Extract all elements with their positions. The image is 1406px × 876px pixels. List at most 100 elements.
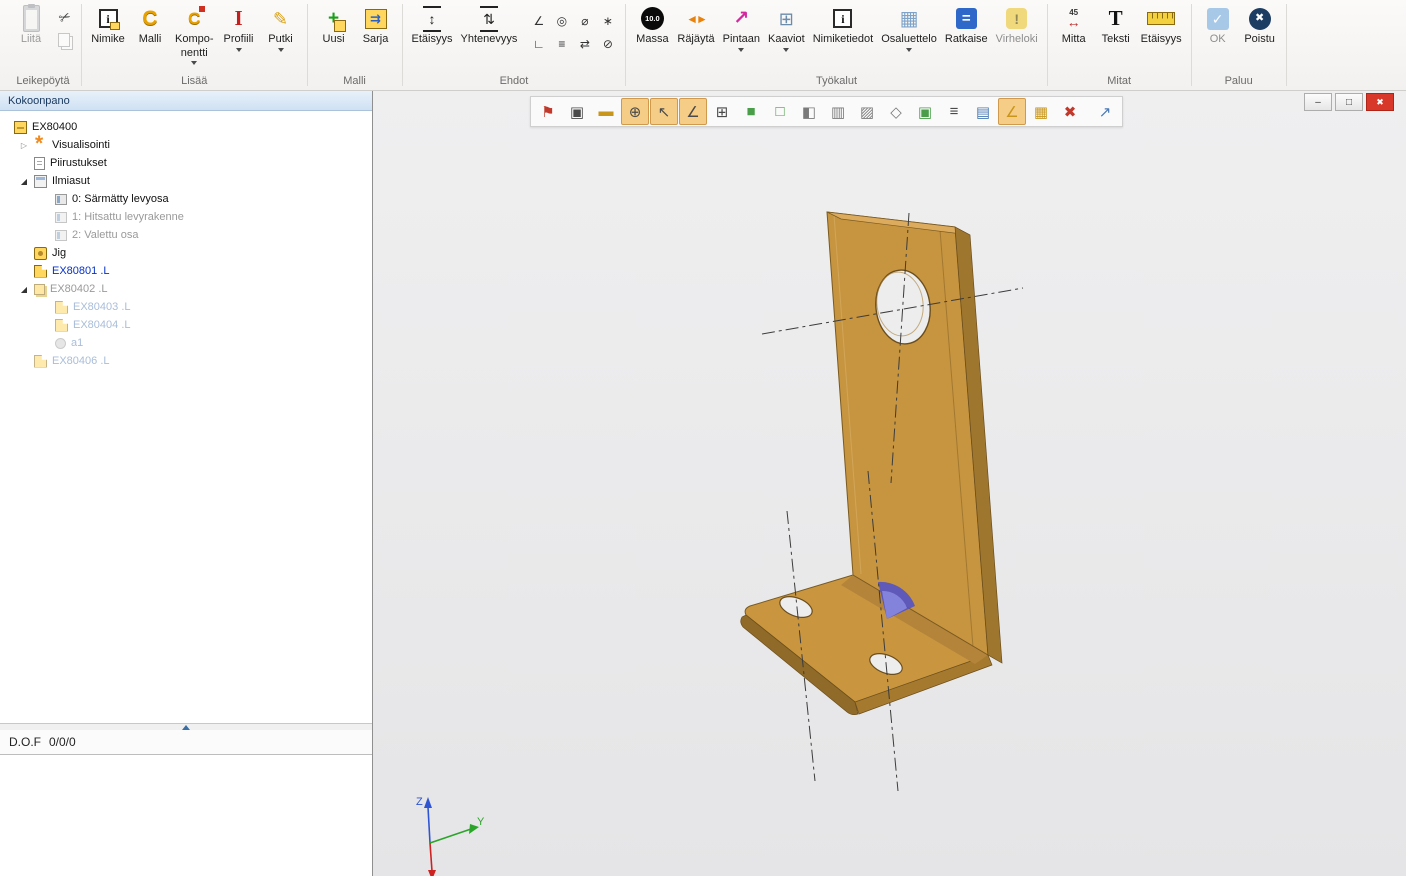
tree-item-ex80801[interactable]: EX80801 .L xyxy=(0,262,372,280)
diagrams-icon: ⊞ xyxy=(779,5,794,32)
teksti-button[interactable]: T Teksti xyxy=(1095,3,1137,46)
iso-cube-icon[interactable]: ◇ xyxy=(882,98,910,125)
ok-button[interactable]: ✓ OK xyxy=(1197,3,1239,46)
concentric-icon[interactable]: ◎ xyxy=(551,10,572,31)
button-label: Kompo- xyxy=(175,33,214,46)
maximize-button[interactable]: □ xyxy=(1335,93,1363,111)
cut-button[interactable]: ✂ xyxy=(54,7,76,27)
l-bracket-model[interactable] xyxy=(741,212,1002,715)
tree-item-piirustukset[interactable]: Piirustukset xyxy=(0,154,372,172)
measure-ruler-icon[interactable]: ▬ xyxy=(592,98,620,125)
tree-item-ex80402[interactable]: EX80402 .L xyxy=(0,280,372,298)
new-model-icon: + xyxy=(321,5,347,32)
pin-icon[interactable]: ⚑ xyxy=(534,98,562,125)
ribbon-group-label: Lisää xyxy=(82,75,307,90)
zoom-area-icon[interactable]: ▣ xyxy=(563,98,591,125)
ribbon-group-label: Työkalut xyxy=(626,75,1046,90)
subassembly-icon xyxy=(34,284,45,295)
button-label: Yhtenevyys xyxy=(461,33,518,46)
tree-item-visualisointi[interactable]: Visualisointi xyxy=(0,136,372,154)
tree-item-a1[interactable]: a1 xyxy=(0,334,372,352)
parallel-icon[interactable]: ≡ xyxy=(551,33,572,54)
viewport-canvas[interactable]: Z Y xyxy=(373,91,1406,876)
button-label-2: nentti xyxy=(181,47,208,60)
tree-item-rep-1[interactable]: 1: Hitsattu levyrakenne xyxy=(0,208,372,226)
checked-cube-icon[interactable]: ▣ xyxy=(911,98,939,125)
mitta-button[interactable]: 45 Mitta xyxy=(1053,3,1095,46)
nimike-button[interactable]: i Nimike xyxy=(87,3,129,46)
massa-button[interactable]: 10.0 Massa xyxy=(631,3,673,46)
viewport-toolbar: ⚑ ▣ ▬ ⊕ ↖ ∠ ⊞ ■ □ ◧ ▥ ▨ ◇ ▣ ≡ ▤ ∠ ▦ ✖ ↗ xyxy=(530,96,1123,127)
shaded-cube-icon[interactable]: ■ xyxy=(737,98,765,125)
profiili-button[interactable]: I Profiili xyxy=(218,3,260,55)
feature-list-icon[interactable]: ≡ xyxy=(940,98,968,125)
error-log-icon: ! xyxy=(1006,8,1027,29)
swap-icon[interactable]: ⇄ xyxy=(574,33,595,54)
halfshade-cube-icon[interactable]: ◧ xyxy=(795,98,823,125)
pintaan-button[interactable]: ↗ Pintaan xyxy=(719,3,764,55)
3d-viewport[interactable]: Z Y ⚑ ▣ ▬ ⊕ ↖ ∠ ⊞ ■ □ ◧ ▥ xyxy=(373,91,1406,876)
sarja-button[interactable]: ⇉ Sarja xyxy=(355,3,397,46)
transparent-cube-icon[interactable]: □ xyxy=(766,98,794,125)
model-icon: C xyxy=(142,5,157,32)
ribbon-group-constraints: ↕ Etäisyys ⇅ Yhtenevyys ∠ ◎ ⌀ ∗ ∟ ≡ ⇄ ⊘ xyxy=(403,0,626,90)
area-select-icon[interactable]: ⊞ xyxy=(708,98,736,125)
tangent-icon[interactable]: ⊘ xyxy=(597,33,618,54)
malli-button[interactable]: C Malli xyxy=(129,3,171,46)
export-view-icon[interactable]: ↗ xyxy=(1091,98,1119,125)
tree-item-ex80406[interactable]: EX80406 .L xyxy=(0,352,372,370)
sheetmetal-bend-icon[interactable]: ∠ xyxy=(998,98,1026,125)
close-button[interactable]: ✖ xyxy=(1366,93,1394,111)
button-label: Profiili xyxy=(224,33,254,46)
hatch-cube-icon[interactable]: ▨ xyxy=(853,98,881,125)
perpendicular-icon[interactable]: ∟ xyxy=(528,33,549,54)
delete-view-icon[interactable]: ✖ xyxy=(1056,98,1084,125)
tree-item-ex80400[interactable]: EX80400 xyxy=(0,118,372,136)
expander-icon[interactable] xyxy=(19,285,29,294)
poistu-button[interactable]: ✖ Poistu xyxy=(1239,3,1281,46)
angle-icon[interactable]: ∠ xyxy=(528,10,549,31)
rajayta-button[interactable]: ◄► Räjäytä xyxy=(673,3,718,46)
tree-item-ex80404[interactable]: EX80404 .L xyxy=(0,316,372,334)
tree-item-ex80403[interactable]: EX80403 .L xyxy=(0,298,372,316)
tree-item-ilmiasut[interactable]: Ilmiasut xyxy=(0,172,372,190)
nimiketiedot-button[interactable]: i Nimiketiedot xyxy=(809,3,878,46)
splitter-handle-icon[interactable] xyxy=(182,725,190,730)
dropdown-arrow-icon xyxy=(236,48,242,55)
ribbon-group-clipboard: Liitä ✂ Leikepöytä xyxy=(5,0,81,90)
osaluettelo-button[interactable]: ▦ Osaluettelo xyxy=(877,3,941,55)
uusi-button[interactable]: + Uusi xyxy=(313,3,355,46)
tree-item-jig[interactable]: Jig xyxy=(0,244,372,262)
distance-constraint-icon: ↕ xyxy=(423,6,441,32)
wireframe-cube-icon[interactable]: ▥ xyxy=(824,98,852,125)
virheloki-button[interactable]: ! Virheloki xyxy=(992,3,1042,46)
cursor-select-icon[interactable]: ↖ xyxy=(650,98,678,125)
button-label: Massa xyxy=(636,33,668,46)
tree-item-rep-2[interactable]: 2: Valettu osa xyxy=(0,226,372,244)
copy-view-icon[interactable]: ▤ xyxy=(969,98,997,125)
expander-icon[interactable] xyxy=(19,141,29,150)
diameter-icon[interactable]: ⌀ xyxy=(574,10,595,31)
paste-button[interactable]: Liitä xyxy=(10,3,52,46)
ribbon-group-return: ✓ OK ✖ Poistu Paluu xyxy=(1192,0,1286,90)
panel-splitter[interactable] xyxy=(0,723,372,730)
drawing-sheet-icon[interactable]: ▦ xyxy=(1027,98,1055,125)
etaisyys-constraint-button[interactable]: ↕ Etäisyys xyxy=(408,3,457,46)
visualization-icon xyxy=(34,139,47,152)
expander-icon[interactable] xyxy=(19,177,29,186)
kaaviot-button[interactable]: ⊞ Kaaviot xyxy=(764,3,809,55)
dropdown-arrow-icon xyxy=(738,48,744,55)
komponentti-button[interactable]: C Kompo- nentti xyxy=(171,3,218,68)
etaisyys-measure-button[interactable]: Etäisyys xyxy=(1137,3,1186,46)
snap-select-icon[interactable]: ⊕ xyxy=(621,98,649,125)
yhtenevyys-button[interactable]: ⇅ Yhtenevyys xyxy=(457,3,522,46)
copy-button[interactable] xyxy=(54,31,76,51)
edge-select-icon[interactable]: ∠ xyxy=(679,98,707,125)
minimize-button[interactable]: – xyxy=(1304,93,1332,111)
putki-button[interactable]: ✎ Putki xyxy=(260,3,302,55)
tree-item-label: 0: Särmätty levyosa xyxy=(72,193,169,205)
tree-item-rep-0[interactable]: 0: Särmätty levyosa xyxy=(0,190,372,208)
app-window: Liitä ✂ Leikepöytä i Nimike C Malli xyxy=(0,0,1406,876)
ratkaise-button[interactable]: = Ratkaise xyxy=(941,3,992,46)
pattern-icon[interactable]: ∗ xyxy=(597,10,618,31)
